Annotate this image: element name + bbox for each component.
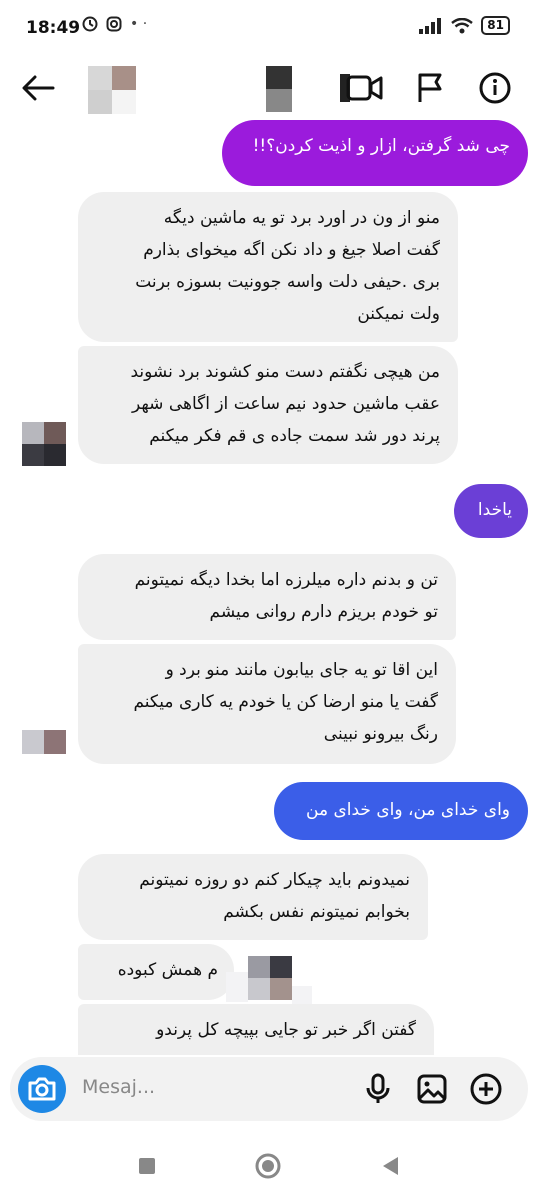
back-triangle-icon: [383, 1157, 398, 1175]
status-bar: 18:49 • · 81: [0, 0, 540, 56]
more-notifications-icon: • ·: [130, 16, 148, 32]
recents-square-icon: [139, 1158, 155, 1174]
sender-avatar[interactable]: [22, 730, 66, 754]
nav-back-button[interactable]: [370, 1148, 410, 1184]
status-time: 18:49: [26, 18, 81, 38]
camera-icon: [28, 1077, 56, 1101]
message-bubble-outgoing[interactable]: چی شد گرفتن، ازار و اذیت کردن؟!!: [222, 120, 528, 186]
message-bubble-incoming[interactable]: منو از ون در اورد برد تو یه ماشین دیگه گ…: [78, 192, 458, 342]
status-system-icons: 81: [419, 16, 510, 35]
message-thread[interactable]: چی شد گرفتن، ازار و اذیت کردن؟!! منو از …: [0, 110, 540, 1055]
message-bubble-outgoing[interactable]: یاخدا: [454, 484, 528, 538]
camera-button[interactable]: [18, 1065, 66, 1113]
video-call-icon: [340, 74, 383, 102]
more-actions-button[interactable]: [468, 1071, 504, 1107]
recents-button[interactable]: [127, 1148, 167, 1184]
message-bubble-incoming[interactable]: نمیدونم باید چیکار کنم دو روزه نمیتونم ب…: [78, 854, 428, 940]
back-arrow-icon: [22, 75, 55, 101]
gallery-icon: [417, 1074, 447, 1104]
signal-icon: [419, 17, 442, 34]
battery-indicator: 81: [481, 16, 510, 35]
instagram-notification-icon: [106, 16, 122, 32]
sender-avatar[interactable]: [22, 422, 66, 466]
plus-circle-icon: [470, 1073, 502, 1105]
back-button[interactable]: [16, 66, 60, 110]
info-button[interactable]: [473, 66, 517, 110]
voice-message-button[interactable]: [360, 1071, 396, 1107]
system-navigation-bar: [0, 1128, 540, 1200]
home-circle-icon: [255, 1153, 281, 1179]
message-input[interactable]: Mesaj...: [82, 1076, 155, 1098]
video-call-button[interactable]: [336, 66, 386, 110]
message-bubble-incoming[interactable]: این اقا تو یه جای بیابون مانند منو برد و…: [78, 644, 456, 764]
message-bubble-incoming[interactable]: تن و بدنم داره میلرزه اما بخدا دیگه نمیت…: [78, 554, 456, 640]
status-notification-icons: • ·: [82, 16, 147, 32]
flag-icon: [418, 73, 442, 102]
gallery-button[interactable]: [414, 1071, 450, 1107]
message-composer: Mesaj...: [10, 1057, 528, 1121]
microphone-icon: [366, 1073, 390, 1103]
report-button[interactable]: [408, 66, 452, 110]
message-bubble-outgoing[interactable]: وای خدای من، وای خدای من: [274, 782, 528, 840]
info-icon: [479, 72, 511, 104]
message-bubble-incoming[interactable]: م همش کبوده: [78, 944, 234, 1000]
message-bubble-incoming[interactable]: من هیچی نگفتم دست منو کشوند برد نشوند عق…: [78, 346, 458, 464]
contact-name-redacted[interactable]: [266, 66, 292, 112]
message-bubble-incoming[interactable]: گفتن اگر خبر تو جایی بپیچه کل پرندو: [78, 1004, 434, 1055]
wifi-icon: [451, 17, 474, 33]
contact-avatar[interactable]: [88, 66, 136, 114]
alarm-icon: [82, 16, 98, 32]
home-button[interactable]: [248, 1148, 288, 1184]
